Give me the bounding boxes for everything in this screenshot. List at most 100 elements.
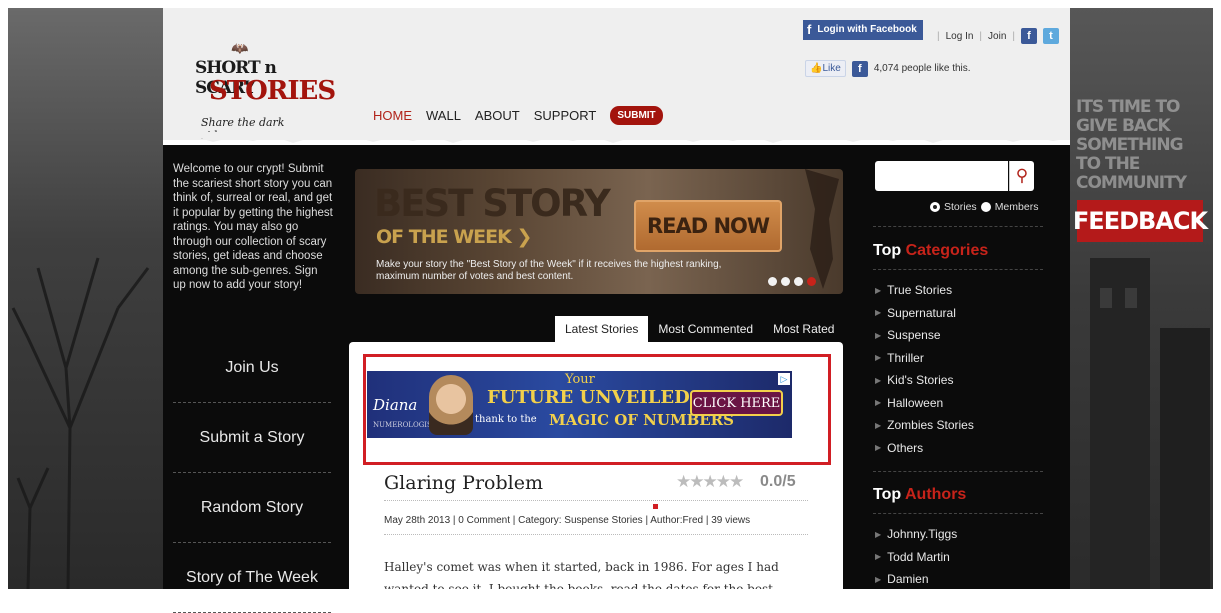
left-menu: Join Us Submit a Story Random Story Stor… xyxy=(173,333,331,613)
tab-most-rated[interactable]: Most Rated xyxy=(763,316,844,342)
login-link[interactable]: Log In xyxy=(946,31,974,42)
author-label: Johnny.Tiggs xyxy=(887,527,958,542)
nav-wall[interactable]: WALL xyxy=(426,108,461,123)
facebook-login-button[interactable]: f Login with Facebook xyxy=(803,20,923,40)
site-logo[interactable]: 🦇 SHORT n SCARY STORIES Share the dark s… xyxy=(191,18,336,142)
adchoices-icon[interactable]: ▷ xyxy=(778,373,790,385)
site-header: 🦇 SHORT n SCARY STORIES Share the dark s… xyxy=(163,8,1070,142)
nav-about[interactable]: ABOUT xyxy=(475,108,520,123)
twitter-icon[interactable]: t xyxy=(1043,28,1059,44)
slide-dot[interactable] xyxy=(794,277,803,286)
categories-heading: Top Categories xyxy=(873,242,988,260)
category-item[interactable]: ▶ Suspense xyxy=(875,324,974,347)
search-icon: ⚲ xyxy=(1015,166,1029,185)
divider xyxy=(873,513,1043,514)
post-meta: May 28th 2013 | 0 Comment | Category: Su… xyxy=(384,515,751,526)
category-item[interactable]: ▶ Halloween xyxy=(875,392,974,415)
menu-submit-story[interactable]: Submit a Story xyxy=(173,403,331,473)
author-label: Damien xyxy=(887,572,929,587)
category-item[interactable]: ▶ Kid's Stories xyxy=(875,369,974,392)
category-label: True Stories xyxy=(887,283,953,298)
category-label: Supernatural xyxy=(887,305,956,320)
story-tabs: Latest Stories Most Commented Most Rated xyxy=(555,316,844,342)
heading-prefix: Top xyxy=(873,242,906,259)
feedback-button[interactable]: FEEDBACK xyxy=(1073,200,1208,242)
separator: | xyxy=(1012,30,1015,42)
main-nav: HOME WALL ABOUT SUPPORT SUBMIT xyxy=(373,106,663,125)
torn-edge-divider xyxy=(163,132,1070,143)
radio-stories[interactable] xyxy=(930,202,940,212)
radio-members[interactable] xyxy=(980,202,991,212)
like-count: 4,074 people like this. xyxy=(873,63,971,74)
ad-brand: Diana xyxy=(373,396,418,414)
facebook-page-icon[interactable]: f xyxy=(1021,28,1037,44)
banner-title: BEST STORY xyxy=(374,182,611,225)
bloody-hand-image xyxy=(805,169,839,289)
author-list: ▶ Johnny.Tiggs ▶ Todd Martin ▶ Damien xyxy=(875,523,957,591)
category-item[interactable]: ▶ True Stories xyxy=(875,279,974,302)
separator: | xyxy=(979,30,983,42)
tab-latest-stories[interactable]: Latest Stories xyxy=(555,316,649,342)
category-label: Kid's Stories xyxy=(887,373,954,388)
nav-submit-button[interactable]: SUBMIT xyxy=(610,106,663,125)
divider xyxy=(384,500,808,501)
menu-random-story[interactable]: Random Story xyxy=(173,473,331,543)
author-item[interactable]: ▶ Todd Martin xyxy=(875,546,957,569)
slide-dot[interactable] xyxy=(768,277,777,286)
arrow-icon: ▶ xyxy=(875,308,882,318)
separator: | xyxy=(937,30,940,42)
rating-stars[interactable]: ★★★★★ xyxy=(676,472,744,492)
arrow-icon: ▶ xyxy=(875,375,882,385)
logo-text-main: STORIES xyxy=(209,76,336,106)
arrow-icon: ▶ xyxy=(875,443,882,453)
menu-join-us[interactable]: Join Us xyxy=(173,333,331,403)
read-now-button[interactable]: READ NOW xyxy=(634,200,782,252)
heading-suffix: Categories xyxy=(905,242,989,259)
red-marker xyxy=(653,504,658,509)
advertisement-banner[interactable]: Diana NUMEROLOGIST Your FUTURE UNVEILED … xyxy=(367,371,792,438)
slide-dot-active[interactable] xyxy=(807,277,816,286)
promo-text: ITS TIME TO GIVE BACK SOMETHING TO THE C… xyxy=(1076,97,1187,193)
category-list: ▶ True Stories ▶ Supernatural ▶ Suspense ▶ T… xyxy=(875,279,974,459)
heading-suffix: Authors xyxy=(904,486,967,503)
facebook-icon: f xyxy=(807,22,812,37)
right-background-image xyxy=(1070,8,1213,589)
banner-slide-dots xyxy=(768,277,816,286)
ad-click-here-button[interactable]: CLICK HERE xyxy=(690,390,783,416)
nav-home[interactable]: HOME xyxy=(373,108,412,123)
arrow-icon: ▶ xyxy=(875,574,882,584)
nav-support[interactable]: SUPPORT xyxy=(534,108,597,123)
category-item[interactable]: ▶ Thriller xyxy=(875,347,974,370)
arrow-icon: ▶ xyxy=(875,529,882,539)
menu-story-of-the-week[interactable]: Story of The Week xyxy=(173,543,331,613)
welcome-text: Welcome to our crypt! Submit the scaries… xyxy=(173,163,333,291)
ad-portrait-image xyxy=(429,375,473,435)
tab-most-commented[interactable]: Most Commented xyxy=(648,316,763,342)
story-list-panel: Diana NUMEROLOGIST Your FUTURE UNVEILED … xyxy=(349,342,843,589)
author-label: Todd Martin xyxy=(887,549,950,564)
facebook-login-label: Login with Facebook xyxy=(817,24,917,35)
arrow-icon: ▶ xyxy=(875,420,882,430)
best-story-banner[interactable]: BEST STORY OF THE WEEK ❯ Make your story… xyxy=(355,169,843,294)
banner-description: Make your story the "Best Story of the W… xyxy=(376,259,722,282)
community-promo-text: ITS TIME TO GIVE BACK SOMETHING TO THE C… xyxy=(1076,98,1206,193)
author-item[interactable]: ▶ Johnny.Tiggs xyxy=(875,523,957,546)
category-item[interactable]: ▶ Zombies Stories xyxy=(875,414,974,437)
post-title[interactable]: Glaring Problem xyxy=(384,472,543,494)
arrow-icon: ▶ xyxy=(875,552,882,562)
search-button[interactable]: ⚲ xyxy=(1009,161,1034,191)
divider xyxy=(384,534,808,535)
slide-dot[interactable] xyxy=(781,277,790,286)
left-background-image xyxy=(8,8,163,589)
category-item[interactable]: ▶ Supernatural xyxy=(875,302,974,325)
join-link[interactable]: Join xyxy=(988,31,1006,42)
divider xyxy=(873,269,1043,270)
category-item[interactable]: ▶ Others xyxy=(875,437,974,460)
rating-score: 0.0/5 xyxy=(760,473,796,490)
search-input[interactable] xyxy=(875,161,1008,191)
post-excerpt: Halley's comet was when it started, back… xyxy=(384,560,779,589)
like-button[interactable]: 👍Like xyxy=(805,60,846,77)
author-item[interactable]: ▶ Damien xyxy=(875,568,957,591)
category-label: Zombies Stories xyxy=(887,418,974,433)
arrow-icon: ▶ xyxy=(875,398,882,408)
